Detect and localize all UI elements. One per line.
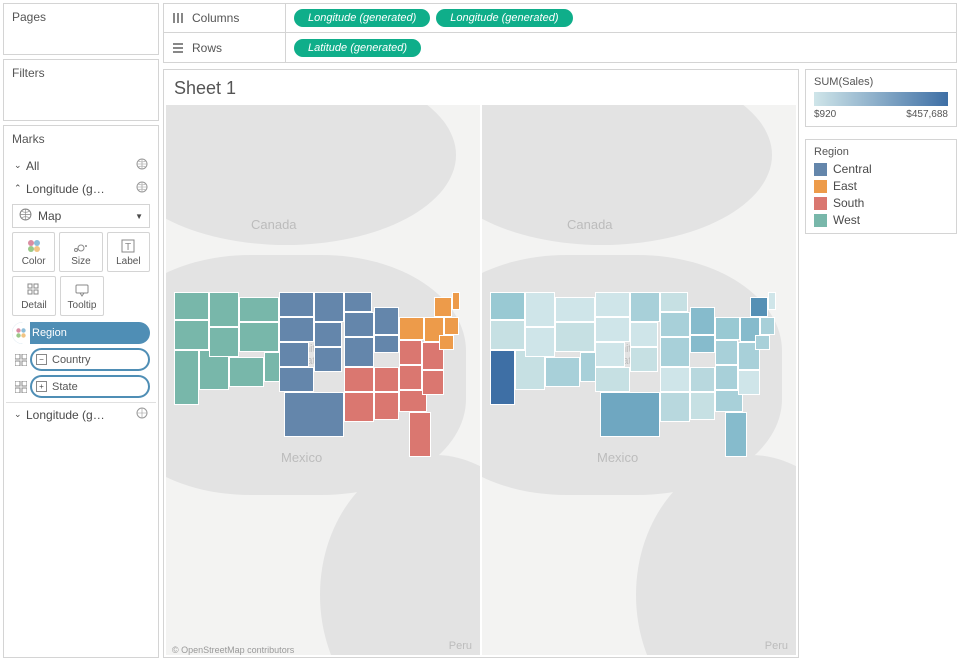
swatch-icon: [814, 214, 827, 227]
legend-region-title: Region: [814, 146, 948, 158]
filters-shelf[interactable]: Filters: [3, 59, 159, 121]
globe-icon: [134, 407, 148, 422]
collapse-icon[interactable]: −: [36, 354, 47, 365]
tooltip-icon: [74, 282, 90, 298]
svg-text:T: T: [125, 242, 131, 253]
map-sales[interactable]: Canada United States Mexico Peru: [482, 105, 796, 655]
legend-region[interactable]: Region Central East South West: [805, 139, 957, 234]
map-region[interactable]: Canada United States Mexico Peru: [166, 105, 480, 655]
globe-icon: [134, 181, 148, 196]
rows-label: Rows: [164, 33, 286, 62]
legend-sales[interactable]: SUM(Sales) $920 $457,688: [805, 69, 957, 127]
pill-detail-state[interactable]: + State: [32, 377, 148, 396]
marks-card: Marks ⌄ All ⌃ Longitude (g…: [3, 125, 159, 658]
size-button[interactable]: Size: [59, 232, 102, 272]
columns-shelf[interactable]: Columns Longitude (generated) Longitude …: [163, 3, 957, 33]
size-icon: [73, 238, 89, 254]
label-canada: Canada: [567, 217, 613, 232]
label-canada: Canada: [251, 217, 297, 232]
legend-max: $457,688: [906, 109, 948, 120]
legend-sales-title: SUM(Sales): [814, 76, 948, 88]
map-attribution: © OpenStreetMap contributors: [172, 645, 294, 655]
pill-longitude-1[interactable]: Longitude (generated): [294, 9, 430, 27]
marks-header: Marks: [4, 126, 158, 152]
columns-icon: [172, 12, 184, 24]
color-button[interactable]: Color: [12, 232, 55, 272]
chevron-up-icon: ⌃: [14, 183, 22, 194]
chevron-down-icon: ⌄: [14, 160, 22, 171]
mark-type-select[interactable]: Map ▼: [12, 204, 150, 228]
rows-icon: [172, 42, 184, 54]
sheet-title[interactable]: Sheet 1: [164, 70, 798, 99]
marks-all-section[interactable]: ⌄ All: [6, 154, 156, 177]
swatch-icon: [814, 180, 827, 193]
marks-longitude-section[interactable]: ⌃ Longitude (g…: [6, 177, 156, 200]
chevron-down-icon: ⌄: [14, 409, 22, 420]
globe-icon: [19, 208, 32, 224]
expand-icon[interactable]: +: [36, 381, 47, 392]
detail-icon: [12, 381, 30, 393]
swatch-icon: [814, 163, 827, 176]
rows-shelf[interactable]: Rows Latitude (generated): [163, 33, 957, 63]
worksheet-view[interactable]: Sheet 1 Canada United States Mexico Peru: [163, 69, 799, 658]
color-icon: [12, 322, 30, 344]
label-icon: T: [120, 238, 136, 254]
pill-latitude[interactable]: Latitude (generated): [294, 39, 421, 57]
detail-icon: [12, 354, 30, 366]
pill-longitude-2[interactable]: Longitude (generated): [436, 9, 572, 27]
legend-item-east[interactable]: East: [814, 179, 948, 193]
color-icon: [26, 238, 42, 254]
legend-min: $920: [814, 109, 836, 120]
detail-icon: [26, 282, 42, 298]
columns-label: Columns: [164, 4, 286, 32]
label-button[interactable]: T Label: [107, 232, 150, 272]
detail-button[interactable]: Detail: [12, 276, 56, 316]
legend-gradient: [814, 92, 948, 106]
legend-item-central[interactable]: Central: [814, 162, 948, 176]
filters-header: Filters: [4, 60, 158, 86]
pill-detail-country[interactable]: − Country: [32, 350, 148, 369]
pages-shelf[interactable]: Pages: [3, 3, 159, 55]
globe-icon: [134, 158, 148, 173]
pages-header: Pages: [4, 4, 158, 30]
dropdown-icon: ▼: [135, 212, 143, 221]
marks-longitude2-section[interactable]: ⌄ Longitude (g…: [6, 402, 156, 426]
swatch-icon: [814, 197, 827, 210]
legend-item-west[interactable]: West: [814, 213, 948, 227]
tooltip-button[interactable]: Tooltip: [60, 276, 104, 316]
label-peru: Peru: [765, 640, 788, 652]
label-peru: Peru: [449, 640, 472, 652]
legend-item-south[interactable]: South: [814, 196, 948, 210]
pill-color-region[interactable]: Region: [12, 322, 150, 344]
